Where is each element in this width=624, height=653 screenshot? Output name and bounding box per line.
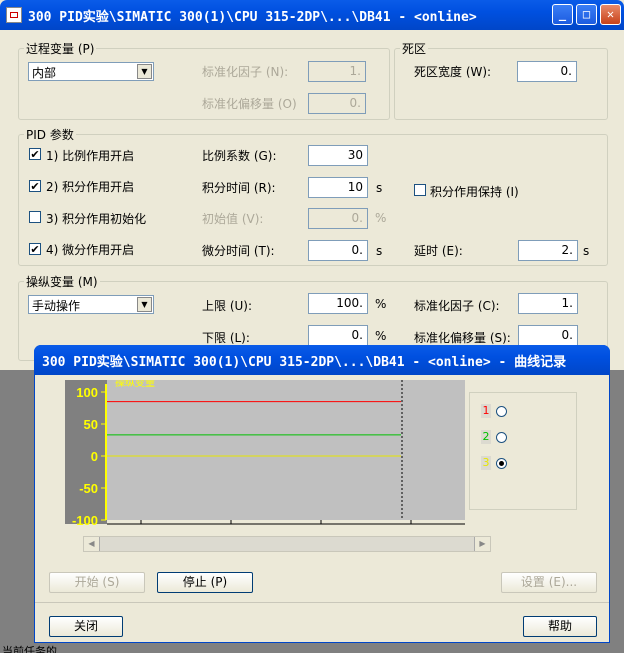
stop-button[interactable]: 停止 (P): [157, 572, 253, 593]
mv-mode-select[interactable]: 手动操作 ▼: [28, 295, 154, 314]
channel-number-1: 1: [481, 404, 491, 418]
p-enable-label: 1) 比例作用开启: [46, 149, 135, 163]
channel-radio-3[interactable]: [496, 458, 507, 469]
init-value-label: 初始值 (V):: [202, 212, 264, 226]
delay-label: 延时 (E):: [414, 244, 463, 258]
lower-limit-label: 下限 (L):: [202, 331, 250, 345]
plot-area: [107, 380, 465, 520]
lower-limit-unit: %: [375, 329, 387, 343]
upper-limit-unit: %: [375, 297, 387, 311]
gain-label: 比例系数 (G):: [202, 149, 277, 163]
gain-field[interactable]: 30: [308, 145, 368, 166]
main-title-bar[interactable]: 300 PID实验\SIMATIC 300(1)\CPU 315-2DP\...…: [0, 0, 624, 30]
y-tick-label: -100: [72, 513, 98, 528]
main-window-title: 300 PID实验\SIMATIC 300(1)\CPU 315-2DP\...…: [28, 10, 477, 25]
channel-number-3: 3: [481, 456, 491, 470]
mv-norm-offset-label: 标准化偏移量 (S):: [414, 331, 511, 345]
i-hold-label: 积分作用保持 (I): [430, 185, 519, 199]
td-unit: s: [376, 244, 383, 258]
d-enable-checkbox[interactable]: ✔: [29, 243, 41, 255]
td-field[interactable]: 0.: [308, 240, 368, 261]
deadband-width-field[interactable]: 0.: [517, 61, 577, 82]
chevron-down-icon[interactable]: ▼: [137, 64, 152, 79]
i-hold-checkbox[interactable]: [414, 184, 426, 196]
lower-limit-field[interactable]: 0.: [308, 325, 368, 346]
y-tick-label: 0: [91, 449, 98, 464]
y-tick-label: 50: [84, 417, 98, 432]
mv-norm-offset-field[interactable]: 0.: [518, 325, 578, 346]
background-window-text: 当前任务的...: [2, 645, 68, 653]
dialog-separator: [35, 602, 609, 603]
i-init-label: 3) 积分作用初始化: [46, 212, 147, 226]
close-icon[interactable]: ✕: [600, 4, 621, 25]
upper-limit-field[interactable]: 100.: [308, 293, 368, 314]
curve-dialog-title: 300 PID实验\SIMATIC 300(1)\CPU 315-2DP\...…: [42, 355, 567, 370]
ti-field[interactable]: 10: [308, 177, 368, 198]
channel-radio-2[interactable]: [496, 432, 507, 443]
init-value-field[interactable]: 0.: [308, 208, 368, 229]
process-variable-label: 过程变量 (P): [24, 40, 97, 57]
curve-dialog-title-bar[interactable]: 300 PID实验\SIMATIC 300(1)\CPU 315-2DP\...…: [34, 345, 610, 375]
pid-params-label: PID 参数: [24, 126, 76, 143]
d-enable-label: 4) 微分作用开启: [46, 243, 135, 257]
radio-selected-dot: [499, 461, 504, 466]
mv-mode-value: 手动操作: [32, 299, 81, 313]
settings-button[interactable]: 设置 (E)...: [501, 572, 597, 593]
p-enable-checkbox[interactable]: ✔: [29, 148, 41, 160]
i-enable-label: 2) 积分作用开启: [46, 180, 135, 194]
main-window: 300 PID实验\SIMATIC 300(1)\CPU 315-2DP\...…: [0, 0, 624, 370]
ti-label: 积分时间 (R):: [202, 181, 276, 195]
i-enable-checkbox[interactable]: ✔: [29, 180, 41, 192]
ti-unit: s: [376, 181, 383, 195]
deadband-group: [394, 48, 608, 120]
manipulated-variable-label: 操纵变量 (M): [24, 273, 100, 290]
pv-norm-factor-label: 标准化因子 (N):: [202, 65, 289, 79]
mv-norm-factor-label: 标准化因子 (C):: [414, 299, 500, 313]
y-tick-label: 100: [76, 385, 98, 400]
channel-radio-1[interactable]: [496, 406, 507, 417]
channel-number-2: 2: [481, 430, 491, 444]
chart-title: 操纵变量: [115, 380, 155, 389]
scroll-right-icon[interactable]: ▶: [474, 537, 490, 551]
pv-norm-offset-label: 标准化偏移量 (O): [202, 97, 297, 111]
chevron-down-icon[interactable]: ▼: [137, 297, 152, 312]
help-button[interactable]: 帮助: [523, 616, 597, 637]
delay-unit: s: [583, 244, 590, 258]
init-unit: %: [375, 211, 387, 225]
deadband-width-label: 死区宽度 (W):: [414, 65, 492, 79]
minimize-icon[interactable]: _: [552, 4, 573, 25]
deadband-label: 死区: [400, 40, 429, 57]
pv-norm-offset-field[interactable]: 0.: [308, 93, 366, 114]
trend-chart: 100500-50-100操纵变量15:46:5015:46:5515:47:0…: [65, 380, 465, 555]
i-init-checkbox[interactable]: [29, 211, 41, 223]
mv-norm-factor-field[interactable]: 1.: [518, 293, 578, 314]
chart-scrollbar[interactable]: ◀ ▶: [83, 536, 491, 552]
delay-field[interactable]: 2.: [518, 240, 578, 261]
pv-norm-factor-field[interactable]: 1.: [308, 61, 366, 82]
y-axis-panel: [65, 380, 107, 524]
upper-limit-label: 上限 (U):: [202, 299, 253, 313]
process-variable-select[interactable]: 内部 ▼: [28, 62, 154, 81]
process-variable-value: 内部: [32, 66, 57, 80]
scroll-left-icon[interactable]: ◀: [84, 537, 100, 551]
start-button[interactable]: 开始 (S): [49, 572, 145, 593]
td-label: 微分时间 (T):: [202, 244, 275, 258]
curve-dialog: 300 PID实验\SIMATIC 300(1)\CPU 315-2DP\...…: [34, 345, 610, 643]
maximize-icon[interactable]: □: [576, 4, 597, 25]
y-tick-label: -50: [79, 481, 98, 496]
close-button[interactable]: 关闭: [49, 616, 123, 637]
app-icon: [6, 7, 22, 23]
